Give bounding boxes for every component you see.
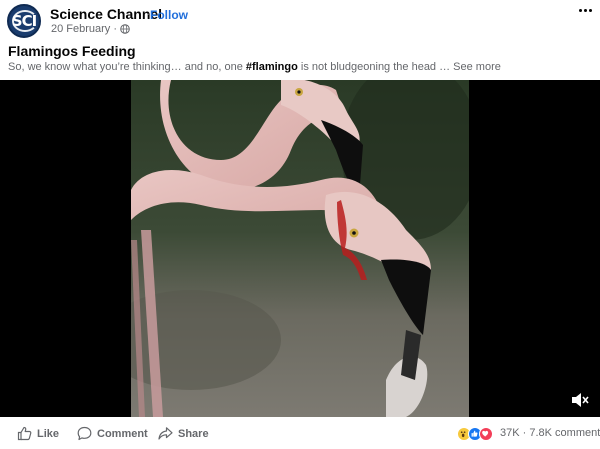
count-separator: ·: [522, 427, 527, 439]
video-player[interactable]: [0, 80, 600, 417]
share-icon: [158, 427, 173, 440]
action-bar: Like Comment Share 37K · 7.8K comments: [0, 417, 600, 449]
post-text-before: So, we know what you’re thinking… and no…: [8, 61, 246, 73]
video-frame: [131, 80, 469, 417]
engagement-counts: 37K · 7.8K comments: [500, 427, 600, 439]
post-date[interactable]: 20 February: [51, 23, 110, 35]
mute-icon[interactable]: [571, 392, 589, 408]
comment-button[interactable]: Comment: [77, 426, 148, 441]
post-header: SCI Science Channel · Follow 20 February…: [0, 0, 600, 40]
date-separator: ·: [113, 23, 117, 35]
avatar[interactable]: SCI: [7, 4, 41, 38]
comment-count[interactable]: 7.8K comments: [529, 427, 600, 439]
hashtag-link[interactable]: #flamingo: [246, 61, 298, 73]
more-dot-icon: [584, 9, 587, 12]
more-options-button[interactable]: [576, 2, 596, 18]
comment-label: Comment: [97, 427, 148, 440]
reaction-count[interactable]: 37K: [500, 427, 520, 439]
share-label: Share: [178, 427, 209, 440]
post-meta: 20 February ·: [51, 23, 130, 35]
reaction-icons[interactable]: [457, 427, 493, 441]
more-dot-icon: [579, 9, 582, 12]
like-button[interactable]: Like: [17, 426, 59, 441]
comment-icon: [77, 426, 92, 441]
more-dot-icon: [589, 9, 592, 12]
see-more-link[interactable]: See more: [453, 61, 501, 73]
share-button[interactable]: Share: [158, 426, 209, 441]
post-text: So, we know what you’re thinking… and no…: [8, 61, 501, 73]
post-text-after: is not bludgeoning the head …: [297, 61, 451, 73]
follow-button[interactable]: Follow: [150, 8, 188, 22]
thumbs-up-icon: [17, 426, 32, 441]
love-reaction-icon: [479, 427, 493, 441]
post-title: Flamingos Feeding: [8, 43, 136, 59]
globe-icon: [120, 24, 130, 34]
logo-text: SCI: [11, 12, 37, 30]
like-label: Like: [37, 427, 60, 440]
